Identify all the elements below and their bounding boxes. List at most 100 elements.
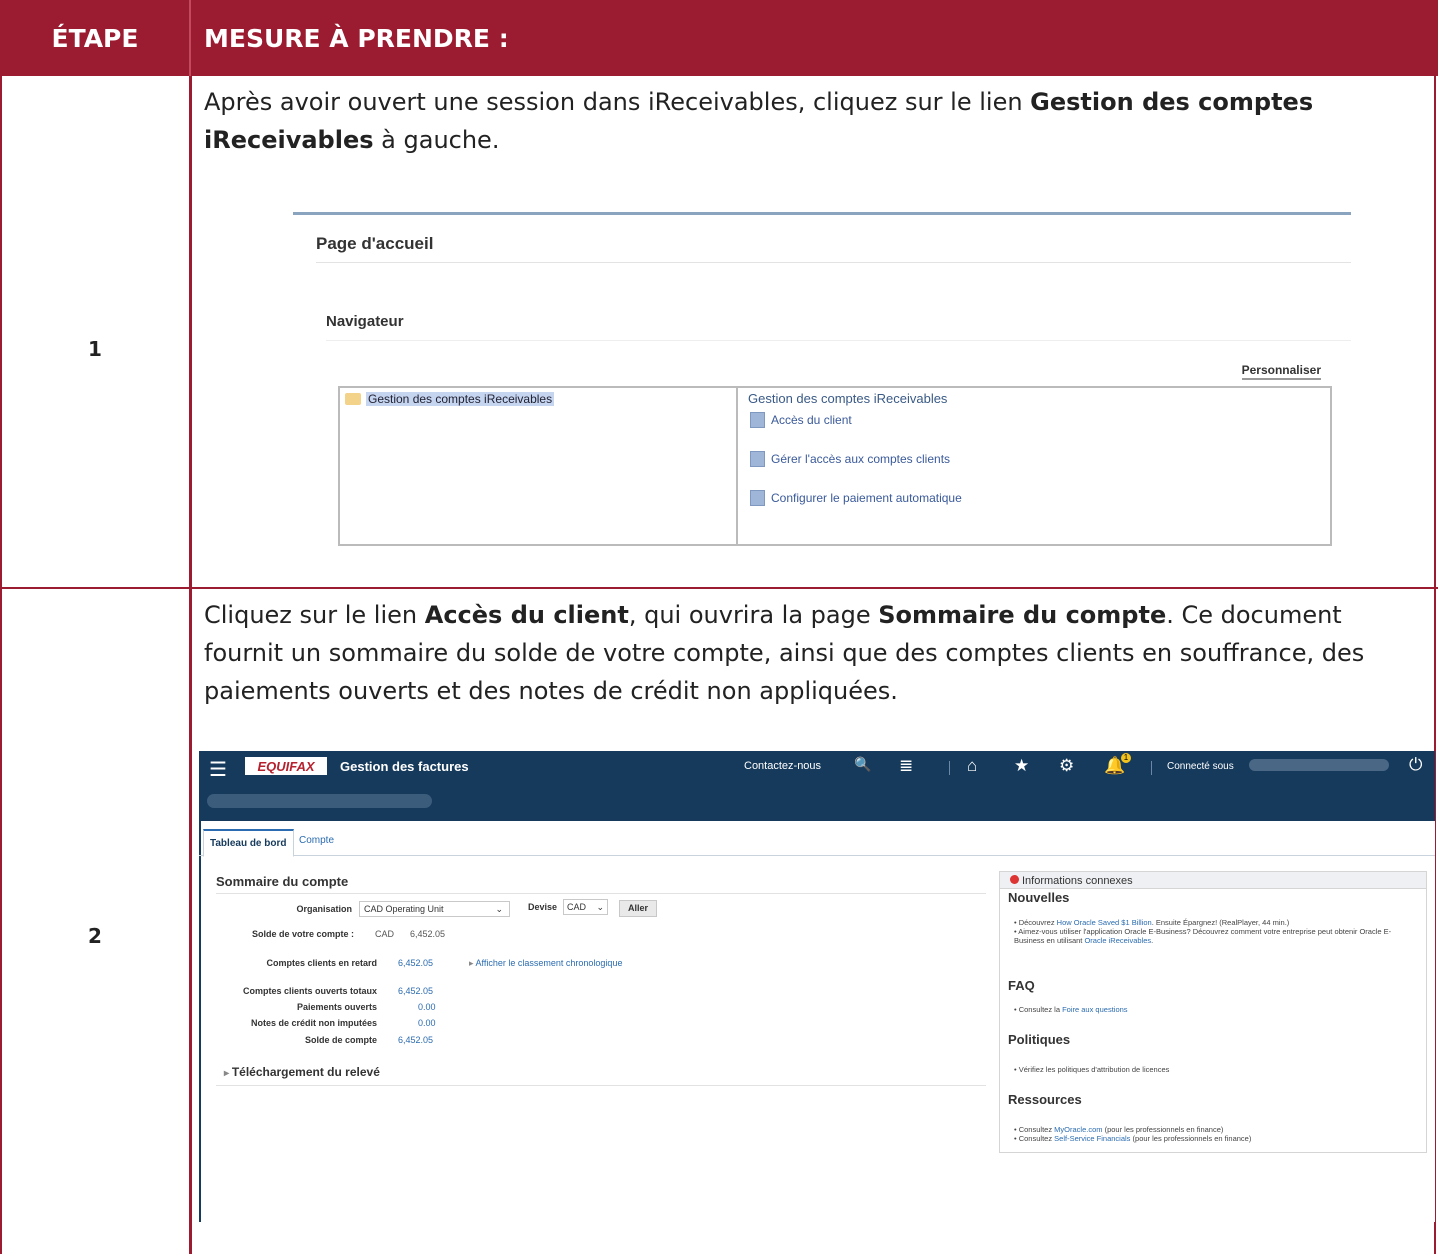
gear-icon[interactable]: ⚙ — [1059, 756, 1074, 776]
currency-select[interactable]: CAD ⌄ — [563, 899, 608, 915]
open-payments-value[interactable]: 0.00 — [418, 1002, 436, 1012]
page-icon — [750, 490, 765, 506]
aging-link-label: Afficher le classement chronologique — [475, 958, 623, 968]
aging-link[interactable]: ▸ Afficher le classement chronologique — [469, 958, 622, 969]
instruction-text: Cliquez sur le lien — [204, 601, 425, 629]
list-item: • Consultez Self-Service Financials (pou… — [1014, 1134, 1252, 1143]
policies-list: • Vérifiez les politiques d'attribution … — [1014, 1065, 1170, 1074]
resources-list: • Consultez MyOracle.com (pour les profe… — [1014, 1125, 1419, 1143]
header-divider — [189, 0, 191, 76]
divider — [949, 761, 950, 775]
policies-heading: Politiques — [1008, 1032, 1071, 1047]
resource-link[interactable]: MyOracle.com — [1054, 1125, 1102, 1134]
step-number: 1 — [88, 337, 102, 361]
step-number: 2 — [88, 924, 102, 948]
screenshot-account-summary: ☰ EQUIFAX Gestion des factures Contactez… — [199, 751, 1435, 1222]
nav-item-ireceivables[interactable]: Gestion des comptes iReceivables — [366, 392, 555, 406]
resource-link[interactable]: Self-Service Financials — [1054, 1134, 1130, 1143]
top-bar: ☰ EQUIFAX Gestion des factures Contactez… — [199, 751, 1435, 821]
triangle-right-icon: ▸ — [224, 1068, 232, 1079]
balance-currency: CAD — [375, 929, 395, 939]
news-list: • Découvrez How Oracle Saved $1 Billion.… — [1014, 918, 1419, 945]
tab-account[interactable]: Compte — [299, 835, 334, 846]
account-balance-label: Solde de compte — [304, 1035, 377, 1045]
org-value: CAD Operating Unit — [364, 904, 444, 914]
star-icon[interactable]: ★ — [1014, 756, 1029, 776]
list-icon[interactable]: ≣ — [899, 756, 913, 776]
table-header: ÉTAPE MESURE À PRENDRE : — [0, 0, 1438, 76]
credit-notes-label: Notes de crédit non imputées — [250, 1018, 377, 1028]
home-icon[interactable]: ⌂ — [967, 756, 977, 776]
text: Découvrez — [1018, 918, 1057, 927]
divider — [293, 212, 1351, 215]
page-icon — [750, 451, 765, 467]
currency-value: CAD — [567, 902, 587, 912]
divider — [1151, 761, 1152, 775]
hamburger-menu-icon[interactable]: ☰ — [209, 757, 227, 782]
total-open-label: Comptes clients ouverts totaux — [242, 986, 377, 996]
news-link[interactable]: Oracle iReceivables — [1084, 936, 1151, 945]
text: Consultez — [1018, 1125, 1055, 1134]
step-instruction: Cliquez sur le lien Accès du client, qui… — [204, 596, 1419, 710]
text: (pour les professionnels en finance) — [1102, 1125, 1224, 1134]
power-icon[interactable]: ⏻ — [1409, 755, 1422, 775]
text: Consultez la — [1018, 1005, 1063, 1014]
summary-title: Sommaire du compte — [216, 874, 349, 889]
faq-list: • Consultez la Foire aux questions — [1014, 1005, 1128, 1014]
link-label: Accès du client — [771, 413, 852, 427]
link-label: Configurer le paiement automatique — [771, 491, 962, 505]
instruction-text: Après avoir ouvert une session dans iRec… — [204, 88, 1031, 116]
instruction-bold: Accès du client — [424, 601, 629, 629]
redacted-username — [1249, 759, 1389, 771]
text: (pour les professionnels en finance) — [1130, 1134, 1252, 1143]
info-icon — [1010, 875, 1019, 884]
divider — [216, 1085, 986, 1086]
notification-badge: 1 — [1121, 753, 1131, 763]
page-icon — [750, 412, 765, 428]
equifax-logo: EQUIFAX — [245, 757, 327, 775]
list-item: • Consultez MyOracle.com (pour les profe… — [1014, 1125, 1224, 1134]
go-button[interactable]: Aller — [619, 900, 657, 917]
page-title: Page d'accueil — [316, 234, 434, 253]
folder-icon — [345, 393, 361, 405]
app-title: Gestion des factures — [340, 759, 469, 774]
currency-label: Devise — [527, 902, 557, 912]
step-instruction: Après avoir ouvert une session dans iRec… — [204, 83, 1419, 159]
instruction-bold: Sommaire du compte — [878, 601, 1167, 629]
tab-dashboard[interactable]: Tableau de bord — [203, 829, 294, 857]
text: . Ensuite Épargnez! (RealPlayer, 44 min.… — [1151, 918, 1290, 927]
tab-bar: Tableau de bord Compte — [199, 827, 1435, 857]
list-item: • Découvrez How Oracle Saved $1 Billion.… — [1014, 918, 1290, 927]
total-open-value-link[interactable]: 6,452.05 — [398, 986, 433, 996]
list-item: • Aimez-vous utiliser l'application Orac… — [1014, 927, 1392, 945]
account-balance-value[interactable]: 6,452.05 — [398, 1035, 433, 1045]
text: Aimez-vous utiliser l'application Oracle… — [1014, 927, 1392, 945]
statement-download-label: Téléchargement du relevé — [231, 1065, 380, 1079]
redacted-account-name — [207, 794, 432, 808]
balance-label: Solde de votre compte : — [251, 929, 354, 939]
news-link[interactable]: How Oracle Saved $1 Billion — [1057, 918, 1152, 927]
chevron-down-icon: ⌄ — [596, 902, 604, 912]
link-manage-access[interactable]: Gérer l'accès aux comptes clients — [750, 451, 950, 467]
screenshot-home-page: Page d'accueil Navigateur Personnaliser … — [293, 210, 1351, 550]
statement-download-toggle[interactable]: ▸ Téléchargement du relevé — [224, 1065, 380, 1079]
navigator-heading: Navigateur — [326, 313, 404, 330]
chevron-down-icon: ⌄ — [495, 904, 503, 914]
personalize-button[interactable]: Personnaliser — [1241, 363, 1321, 380]
instruction-table: ÉTAPE MESURE À PRENDRE : 1 Après avoir o… — [0, 0, 1438, 1254]
link-client-access[interactable]: Accès du client — [750, 412, 852, 428]
submenu-heading: Gestion des comptes iReceivables — [748, 391, 948, 406]
text: Vérifiez les politiques d'attribution de… — [1018, 1065, 1170, 1074]
overdue-value-link[interactable]: 6,452.05 — [398, 958, 433, 968]
credit-notes-value[interactable]: 0.00 — [418, 1018, 436, 1028]
divider — [316, 262, 1351, 263]
table-border-left — [0, 76, 2, 1254]
contact-link[interactable]: Contactez-nous — [744, 760, 821, 772]
panel-header: Informations connexes — [1000, 872, 1426, 889]
news-heading: Nouvelles — [1008, 890, 1070, 905]
related-info-panel: Informations connexes Nouvelles • Découv… — [999, 871, 1427, 1153]
org-select[interactable]: CAD Operating Unit ⌄ — [359, 901, 510, 917]
link-auto-payment[interactable]: Configurer le paiement automatique — [750, 490, 962, 506]
search-icon[interactable]: 🔍 — [854, 756, 871, 773]
faq-link[interactable]: Foire aux questions — [1062, 1005, 1127, 1014]
